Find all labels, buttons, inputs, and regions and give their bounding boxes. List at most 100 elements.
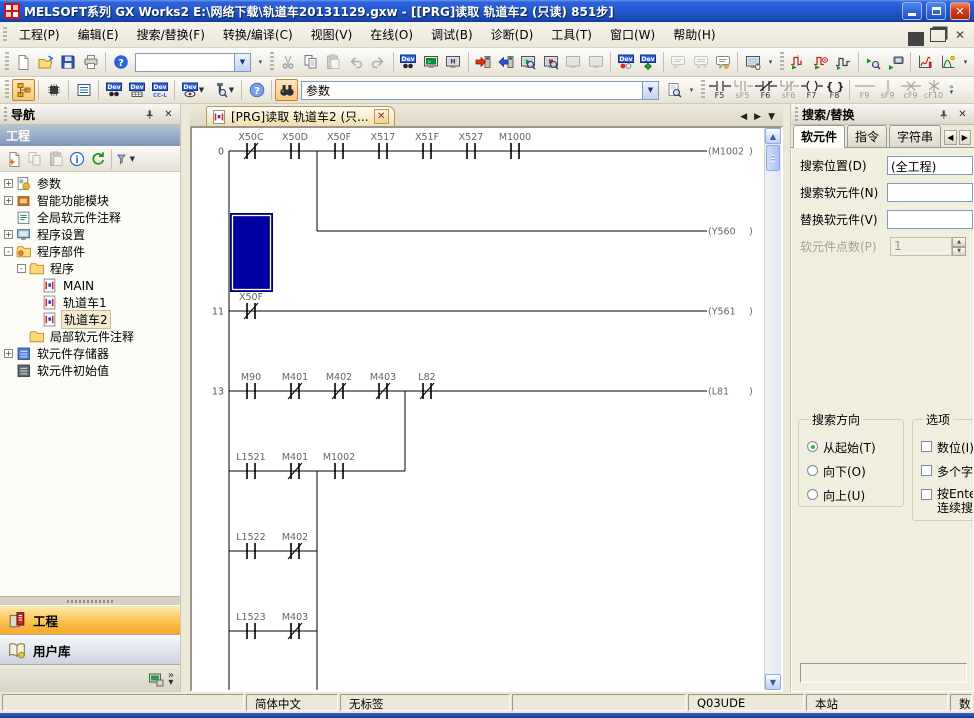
menu-item[interactable]: 诊断(D) <box>482 22 543 47</box>
menu-item[interactable]: 在线(O) <box>361 22 422 47</box>
direction-up-option[interactable]: 向上(U) <box>807 487 903 504</box>
multiword-option[interactable]: 多个字 <box>921 463 974 480</box>
copy-button[interactable] <box>299 51 322 73</box>
ladder-symbol-F5-button[interactable]: F5 <box>708 78 731 102</box>
device-memory-button[interactable]: Dev <box>125 79 148 101</box>
toolbar-grip[interactable] <box>5 52 9 72</box>
mdi-close-button[interactable]: ✕ <box>952 28 968 42</box>
navigation-window-button[interactable] <box>12 79 35 101</box>
monitor-write-button[interactable] <box>562 51 585 73</box>
nav-new-button[interactable] <box>3 148 24 169</box>
toolbar-overflow-button[interactable]: ▾ <box>685 79 698 101</box>
scrollbar-track[interactable] <box>765 172 781 674</box>
project-view-button[interactable]: 工程 <box>0 605 180 635</box>
checkbox-icon[interactable] <box>921 465 932 476</box>
monitor-start-button[interactable] <box>517 51 540 73</box>
comment-display-button[interactable] <box>667 51 690 73</box>
points-spinner[interactable]: ▲▼ <box>952 237 966 256</box>
menu-item[interactable]: 搜索/替换(F) <box>128 22 214 47</box>
tree-item-node[interactable]: -程序 <box>0 260 180 277</box>
intelligent-monitor-button[interactable]: >_ <box>419 51 442 73</box>
trace-search-button[interactable] <box>862 51 885 73</box>
connection-destination-icon[interactable] <box>148 671 164 687</box>
user-library-button[interactable]: 用户库 <box>0 635 180 665</box>
menu-item[interactable]: 工程(P) <box>10 22 69 47</box>
menu-item[interactable]: 工具(T) <box>542 22 601 47</box>
menu-item[interactable]: 编辑(E) <box>69 22 128 47</box>
menubar-grip[interactable] <box>3 27 7 43</box>
tree-expander-icon[interactable]: - <box>17 264 26 273</box>
close-icon[interactable]: ✕ <box>955 107 970 121</box>
graph-green-button[interactable] <box>937 51 960 73</box>
search-tab-1[interactable]: 指令 <box>847 125 887 147</box>
undo-button[interactable] <box>345 51 368 73</box>
direction-from-top-option[interactable]: 从起始(T) <box>807 439 903 456</box>
device-find-button[interactable]: ▼ <box>208 79 238 101</box>
ladder-symbol-F6-button[interactable]: F6 <box>754 78 777 102</box>
monitor-stop-button[interactable] <box>540 51 563 73</box>
device-comment-button[interactable]: Dev <box>102 79 125 101</box>
toolbar-grip[interactable] <box>5 80 9 100</box>
tabs-scroll-left-icon[interactable]: ◀ <box>944 130 956 145</box>
statement-display-button[interactable] <box>689 51 712 73</box>
tree-expander-icon[interactable]: + <box>4 179 13 188</box>
ladder-symbol-sF6-button[interactable]: sF6 <box>777 78 800 102</box>
scroll-down-icon[interactable]: ▼ <box>765 674 781 690</box>
right-splitter[interactable] <box>783 104 790 692</box>
replace-device-input[interactable] <box>887 210 973 229</box>
trace-register-button[interactable] <box>884 51 907 73</box>
cut-button[interactable] <box>277 51 300 73</box>
pin-icon[interactable] <box>936 107 951 121</box>
menu-item[interactable]: 调试(B) <box>422 22 482 47</box>
toolbar-grip[interactable] <box>780 52 784 72</box>
menu-item[interactable]: 视图(V) <box>302 22 362 47</box>
statement-insert-button[interactable] <box>712 51 735 73</box>
tab-close-icon[interactable]: ✕ <box>374 109 389 124</box>
radio-icon[interactable] <box>807 441 818 452</box>
menu-item[interactable]: 转换/编译(C) <box>214 22 302 47</box>
help2-button[interactable]: ? <box>245 79 268 101</box>
remote-operation-button[interactable] <box>741 51 764 73</box>
tree-item-program[interactable]: 轨道车1 <box>0 294 180 311</box>
paste-button[interactable] <box>322 51 345 73</box>
maximize-button[interactable] <box>926 2 946 20</box>
device-comment-find-button[interactable]: Dev <box>397 51 420 73</box>
print-button[interactable] <box>80 51 103 73</box>
toolbar-grip[interactable] <box>270 52 274 72</box>
ladder-symbol-sF9-button[interactable]: sF9 <box>876 78 899 102</box>
tree-item-node[interactable]: 局部软元件注释 <box>0 328 180 345</box>
pulse-trace-button[interactable] <box>832 51 855 73</box>
close-button[interactable]: ✕ <box>950 2 970 20</box>
toolbar-combo[interactable]: 参数▼ <box>301 81 659 100</box>
enter-continuous-option[interactable]: 按Enter连续搜 <box>921 487 974 515</box>
ladder-symbol-sF5-button[interactable]: sF5 <box>731 78 754 102</box>
page-find-button[interactable] <box>662 79 685 101</box>
nav-paste-button[interactable] <box>45 148 66 169</box>
tabs-scroll-right-icon[interactable]: ▶ <box>959 130 971 145</box>
read-from-plc-button[interactable] <box>494 51 517 73</box>
spin-down-icon[interactable]: ▼ <box>952 247 966 257</box>
search-tab-2[interactable]: 字符串 <box>889 125 941 147</box>
mdi-minimize-button[interactable] <box>908 28 924 42</box>
radio-icon[interactable] <box>807 465 818 476</box>
combo-dropdown-icon[interactable]: ▼ <box>642 82 658 99</box>
toolbar-combo[interactable]: ▼ <box>135 53 251 72</box>
ladder-symbol-F7-button[interactable]: F7 <box>800 78 823 102</box>
vertical-scrollbar[interactable]: ▲ ▼ <box>764 128 781 690</box>
search-location-combo[interactable]: (全工程) <box>887 156 973 175</box>
tree-item-node[interactable]: +程序设置 <box>0 226 180 243</box>
monitor-read-button[interactable] <box>585 51 608 73</box>
nav-splitter[interactable] <box>181 104 190 692</box>
toolbar-overflow-button[interactable]: ▾ <box>764 51 777 73</box>
checkbox-icon[interactable] <box>921 441 932 452</box>
digit-option[interactable]: 数位(I) <box>921 439 974 456</box>
toolbar-overflow-button[interactable]: ▾ <box>959 51 972 73</box>
sampling-trace-button[interactable] <box>787 51 810 73</box>
scroll-up-icon[interactable]: ▲ <box>765 128 781 144</box>
mdi-restore-button[interactable] <box>930 28 946 42</box>
sampling-trace-target-button[interactable] <box>809 51 832 73</box>
search-tab-0[interactable]: 软元件 <box>793 125 845 148</box>
tree-item-program[interactable]: 轨道车2 <box>0 311 180 328</box>
ladder-symbol-cF9-button[interactable]: cF9 <box>899 78 922 102</box>
tree-item-node[interactable]: -程序部件 <box>0 243 180 260</box>
